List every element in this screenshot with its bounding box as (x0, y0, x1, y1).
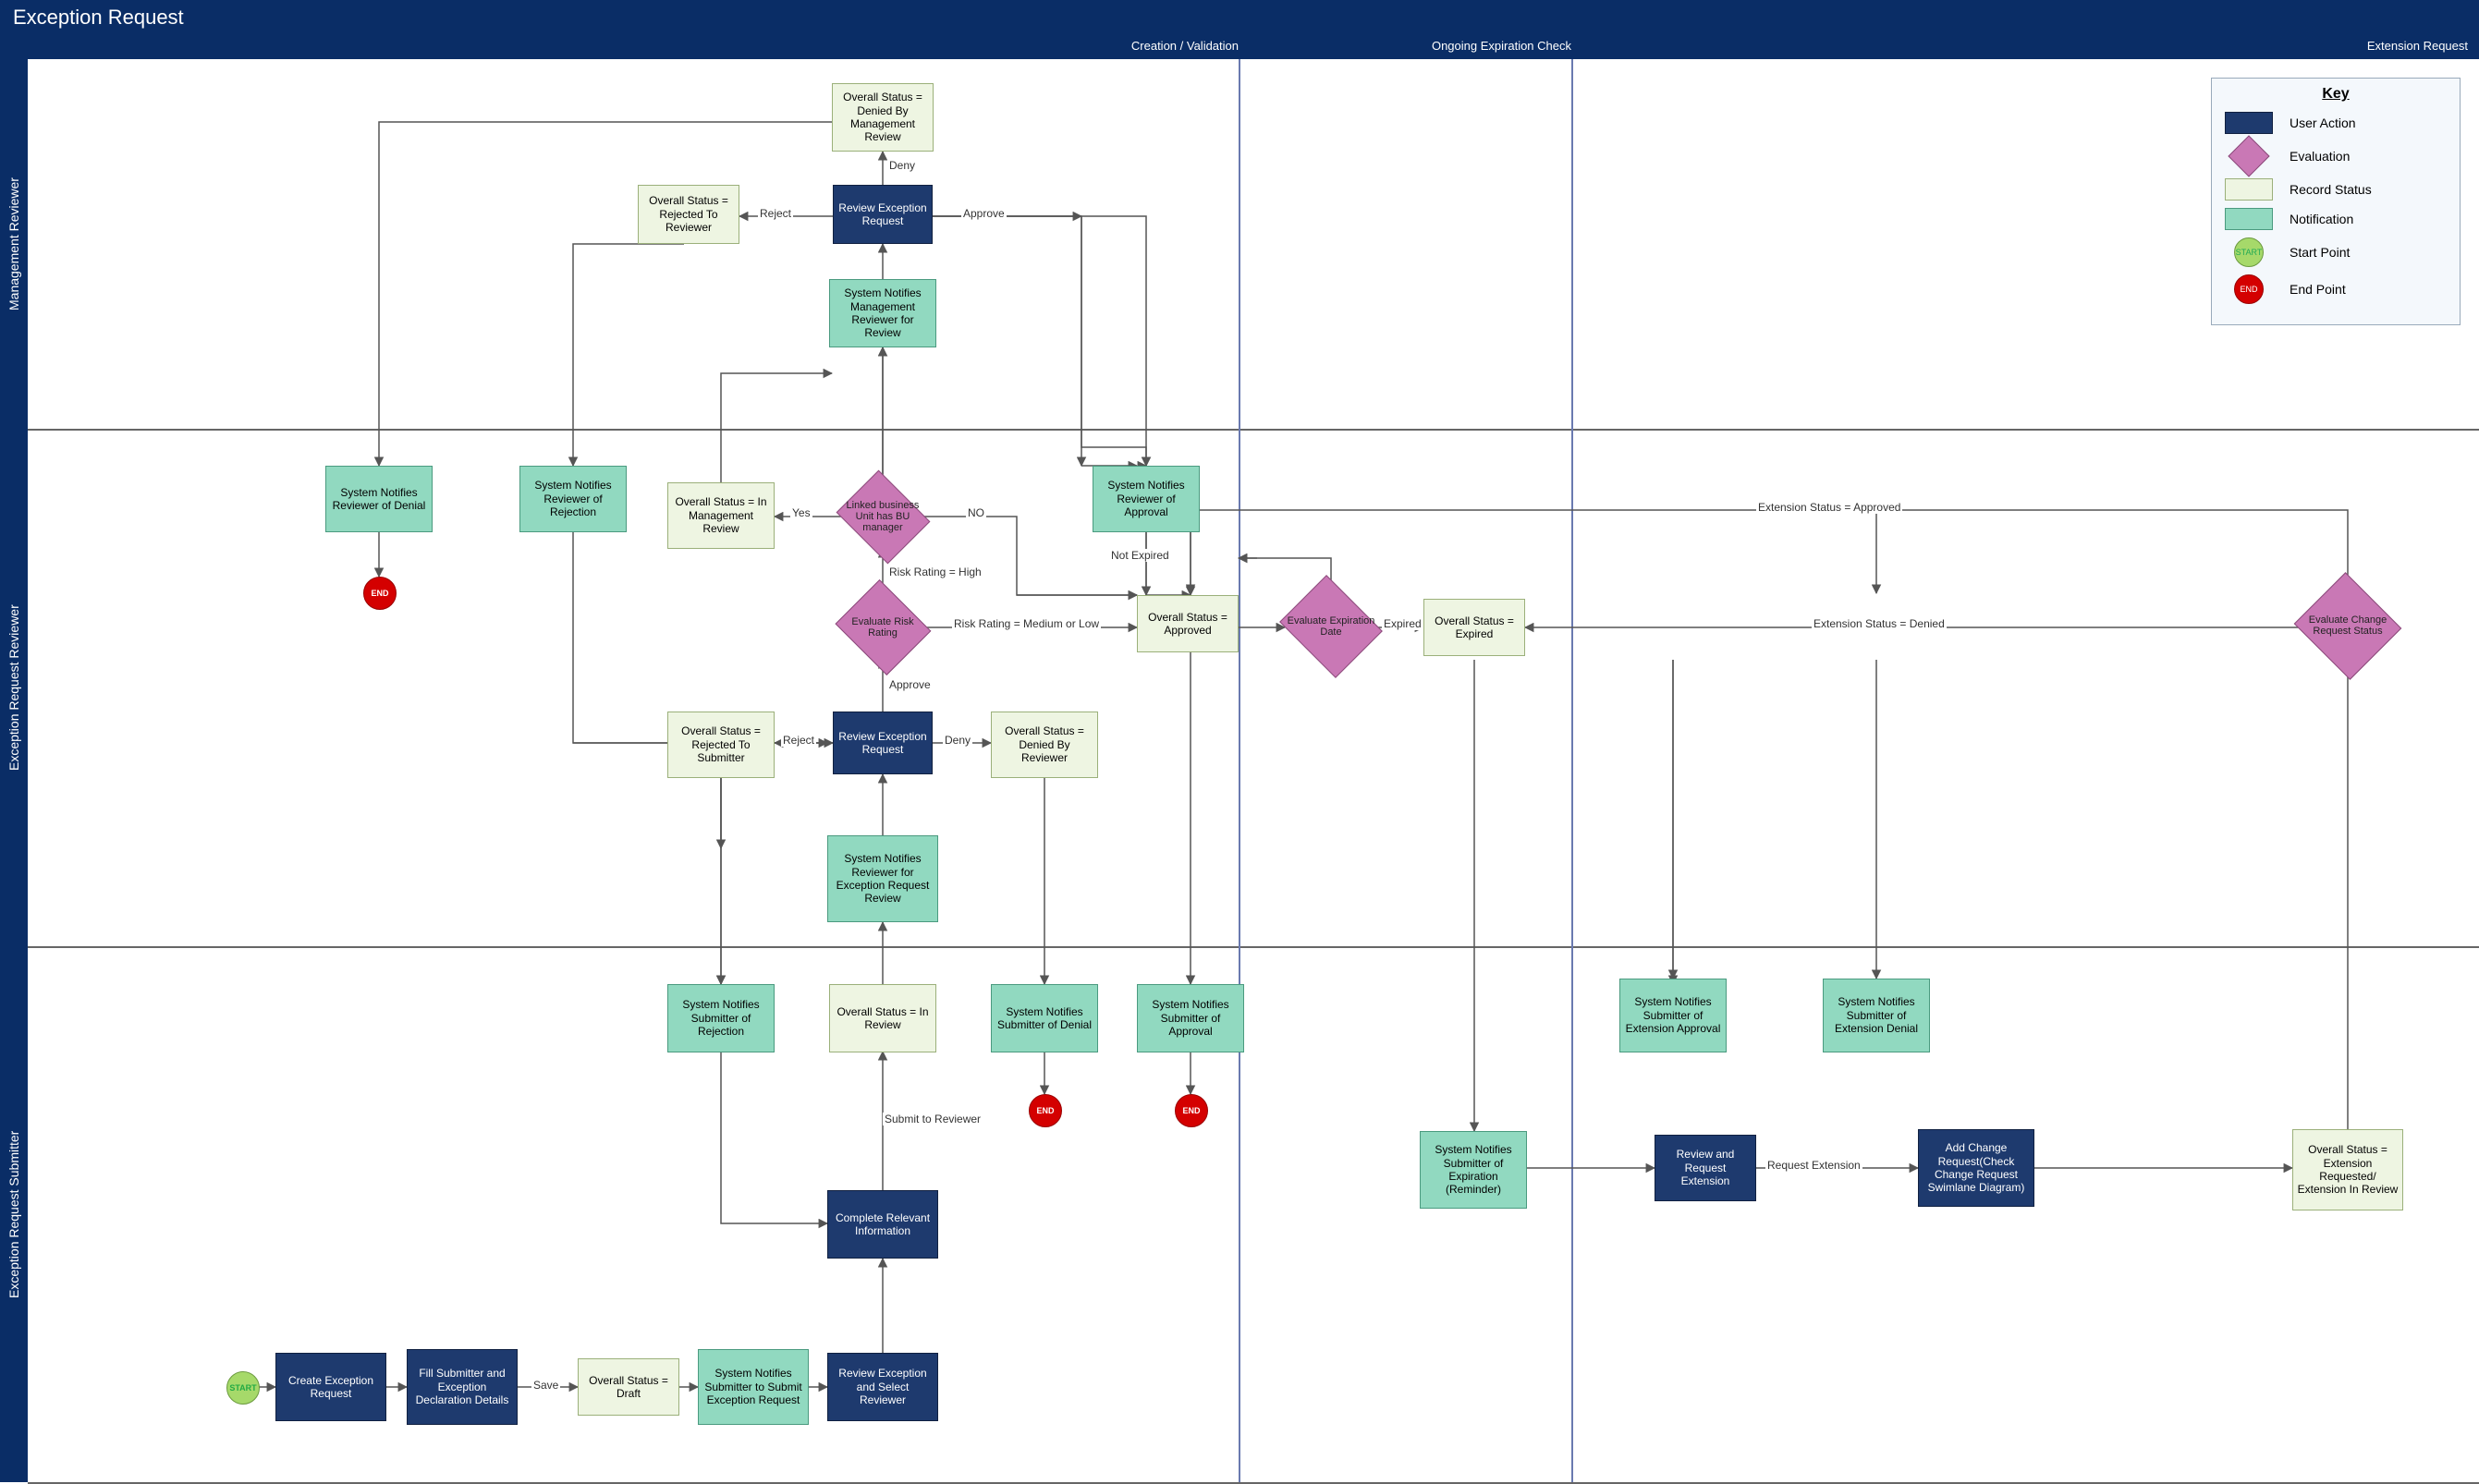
notify-submitter-ext-denial: System Notifies Submitter of Extension D… (1823, 979, 1930, 1052)
edge-label-mgmt-reject: Reject (758, 207, 793, 220)
edge-label-ext-denied: Extension Status = Denied (1812, 617, 1947, 630)
create-exception-request: Create Exception Request (275, 1353, 386, 1421)
edge-label-reviewer-approve: Approve (887, 678, 933, 691)
legend-end-point-label: End Point (2290, 282, 2346, 297)
legend-evaluation-label: Evaluation (2290, 149, 2350, 164)
edge-label-mgmt-approve: Approve (961, 207, 1007, 220)
legend-end-point: END End Point (2225, 274, 2447, 304)
phase-label-creation: Creation / Validation (28, 39, 1239, 53)
notify-submitter-expiration: System Notifies Submitter of Expiration … (1420, 1131, 1527, 1209)
status-denied-by-reviewer: Overall Status = Denied By Reviewer (991, 712, 1098, 778)
review-exception-mgmt: Review Exception Request (833, 185, 933, 244)
status-in-mgmt-review: Overall Status = In Management Review (667, 482, 775, 549)
notify-mgmt-reviewer: System Notifies Management Reviewer for … (829, 279, 936, 347)
end-submitter-approval: END (1175, 1094, 1208, 1127)
review-and-select-reviewer: Review Exception and Select Reviewer (827, 1353, 938, 1421)
edge-label-reviewer-reject: Reject (781, 734, 816, 747)
edge-label-mgmt-deny: Deny (887, 159, 917, 172)
notify-submitter-rejection: System Notifies Submitter of Rejection (667, 984, 775, 1052)
swimlane-tab-submitter: Exception Request Submitter (0, 946, 28, 1482)
phase-label-ongoing: Ongoing Expiration Check (1239, 39, 1571, 53)
status-extension-requested: Overall Status = Extension Requested/ Ex… (2292, 1129, 2403, 1210)
notify-reviewer-for-review: System Notifies Reviewer for Exception R… (827, 835, 938, 922)
edge-label-submit-reviewer: Submit to Reviewer (883, 1113, 983, 1125)
legend-user-action: User Action (2225, 112, 2447, 134)
complete-relevant-info: Complete Relevant Information (827, 1190, 938, 1259)
end-reviewer-denial: END (363, 577, 397, 610)
page-title: Exception Request (0, 0, 2479, 35)
edge-label-risk-medlow: Risk Rating = Medium or Low (952, 617, 1101, 630)
status-draft: Overall Status = Draft (578, 1358, 679, 1416)
legend-start-point-label: Start Point (2290, 245, 2350, 260)
legend-record-status: Record Status (2225, 178, 2447, 201)
phase-label-extension: Extension Request (1571, 39, 2468, 53)
legend-end-circle: END (2234, 274, 2264, 304)
legend-notification-label: Notification (2290, 212, 2353, 226)
end-submitter-denial: END (1029, 1094, 1062, 1127)
swimlane-tab-mgmt: Management Reviewer (0, 59, 28, 429)
edge-label-bu-yes: Yes (790, 506, 812, 519)
notify-submitter-denial: System Notifies Submitter of Denial (991, 984, 1098, 1052)
notify-submitter-ext-approval: System Notifies Submitter of Extension A… (1619, 979, 1727, 1052)
diagram-root: Exception Request Creation / Validation … (0, 0, 2479, 1482)
status-expired: Overall Status = Expired (1423, 599, 1525, 656)
status-denied-by-mgmt: Overall Status = Denied By Management Re… (832, 83, 934, 152)
status-approved: Overall Status = Approved (1137, 595, 1239, 652)
legend-evaluation: Evaluation (2225, 141, 2447, 171)
legend-start-point: START Start Point (2225, 237, 2447, 267)
evaluate-change-request-status: Evaluate Change Request Status (2292, 575, 2403, 676)
status-in-review: Overall Status = In Review (829, 984, 936, 1052)
edge-label-expired: Expired (1382, 617, 1423, 630)
edge-label-save: Save (531, 1379, 560, 1392)
legend-key: Key User Action Evaluation Record Status… (2211, 78, 2461, 325)
edge-label-risk-high: Risk Rating = High (887, 566, 983, 578)
edge-label-not-expired: Not Expired (1109, 549, 1171, 562)
legend-record-status-label: Record Status (2290, 182, 2372, 197)
legend-user-action-label: User Action (2290, 116, 2356, 130)
evaluate-bu-manager: Linked business Unit has BU manager (832, 475, 934, 558)
notify-submitter-to-submit: System Notifies Submitter to Submit Exce… (698, 1349, 809, 1425)
edge-label-request-extension: Request Extension (1765, 1159, 1862, 1172)
edge-label-bu-no: NO (966, 506, 986, 519)
start-point: START (226, 1371, 260, 1405)
status-rejected-to-reviewer: Overall Status = Rejected To Reviewer (638, 185, 739, 244)
notify-reviewer-approval: System Notifies Reviewer of Approval (1093, 466, 1200, 532)
notify-reviewer-denial: System Notifies Reviewer of Denial (325, 466, 433, 532)
lane-border-1 (28, 429, 2479, 431)
phase-border-1 (1239, 59, 1240, 1482)
fill-submitter-details: Fill Submitter and Exception Declaration… (407, 1349, 518, 1425)
notify-submitter-approval: System Notifies Submitter of Approval (1137, 984, 1244, 1052)
edge-label-reviewer-deny: Deny (943, 734, 972, 747)
phase-border-2 (1571, 59, 1573, 1482)
edge-label-ext-approved: Extension Status = Approved (1756, 501, 1902, 514)
review-and-request-extension: Review and Request Extension (1655, 1135, 1756, 1201)
diagram-canvas: Management Reviewer Exception Request Re… (0, 59, 2479, 1482)
status-rejected-to-submitter: Overall Status = Rejected To Submitter (667, 712, 775, 778)
evaluate-risk-rating: Evaluate Risk Rating (832, 584, 934, 671)
add-change-request: Add Change Request(Check Change Request … (1918, 1129, 2034, 1207)
evaluate-expiration-date: Evaluate Expiration Date (1276, 580, 1386, 673)
legend-notification: Notification (2225, 208, 2447, 230)
notify-reviewer-rejection: System Notifies Reviewer of Rejection (519, 466, 627, 532)
review-exception-reviewer: Review Exception Request (833, 712, 933, 774)
lane-border-2 (28, 946, 2479, 948)
swimlane-tab-reviewer: Exception Request Reviewer (0, 429, 28, 946)
phase-bar: Creation / Validation Ongoing Expiration… (0, 35, 2479, 59)
legend-start-circle: START (2234, 237, 2264, 267)
legend-title: Key (2225, 86, 2447, 103)
